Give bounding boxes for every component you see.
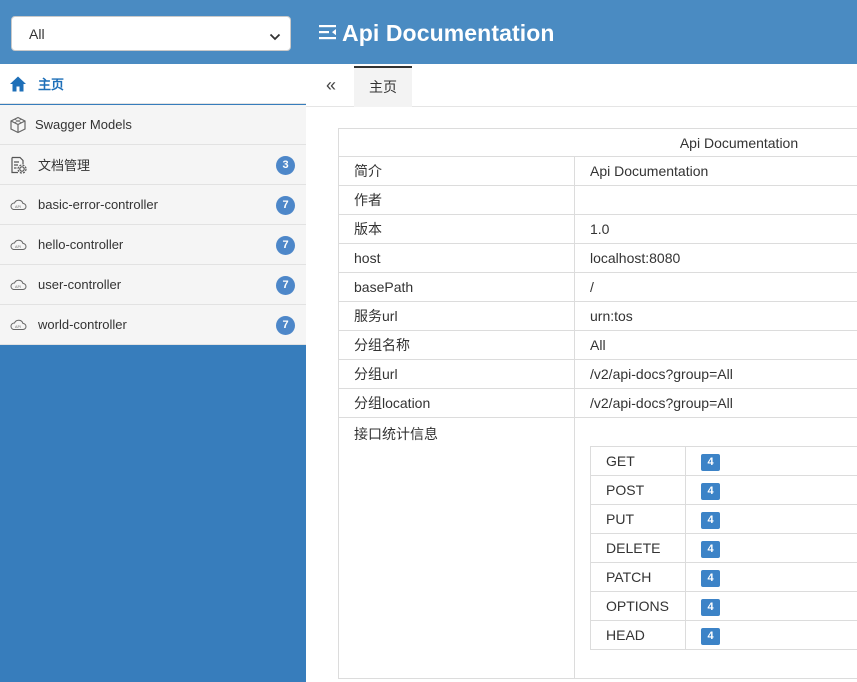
row-key: basePath (338, 272, 575, 302)
method-count-badge: 4 (701, 511, 720, 529)
table-row: 作者 (338, 185, 857, 215)
svg-text:API: API (15, 205, 21, 209)
row-value (574, 185, 857, 215)
top-header-bar: All Api Documentation (0, 0, 857, 64)
api-cloud-icon: API (9, 236, 27, 254)
row-key: 服务url (338, 301, 575, 331)
row-key: 简介 (338, 156, 575, 186)
method-row: POST 4 (590, 475, 857, 505)
method-name: DELETE (590, 533, 686, 563)
table-row: 服务url urn:tos (338, 301, 857, 331)
api-cloud-icon: API (9, 316, 27, 334)
row-value: urn:tos (574, 301, 857, 331)
method-name: GET (590, 446, 686, 476)
sidebar-item-label: user-controller (38, 277, 122, 292)
table-row: 简介 Api Documentation (338, 156, 857, 186)
home-icon (9, 75, 27, 93)
row-key: 版本 (338, 214, 575, 244)
svg-text:API: API (15, 325, 21, 329)
row-value: Api Documentation (574, 156, 857, 186)
table-row: host localhost:8080 (338, 243, 857, 273)
row-value: 1.0 (574, 214, 857, 244)
table-title-text: Api Documentation (679, 134, 799, 151)
sidebar-item-basic-error-controller[interactable]: API basic-error-controller 7 (0, 185, 306, 225)
stats-cell: GET 4 POST 4 PUT 4 DELETE 4 PATCH 4 OPTI… (574, 417, 857, 679)
api-cloud-icon: API (9, 196, 27, 214)
table-row: 分组url /v2/api-docs?group=All (338, 359, 857, 389)
sidebar-item-hello-controller[interactable]: API hello-controller 7 (0, 225, 306, 265)
method-name: OPTIONS (590, 591, 686, 621)
row-value: /v2/api-docs?group=All (574, 359, 857, 389)
doc-settings-icon (9, 156, 27, 174)
method-name: POST (590, 475, 686, 505)
menu-toggle-icon[interactable] (318, 23, 338, 44)
sidebar-item-label: Swagger Models (35, 117, 132, 132)
table-row: 分组location /v2/api-docs?group=All (338, 388, 857, 418)
method-count-badge: 4 (701, 598, 720, 616)
table-row: 分组名称 All (338, 330, 857, 360)
row-value: localhost:8080 (574, 243, 857, 273)
row-key: 分组url (338, 359, 575, 389)
sidebar-item-world-controller[interactable]: API world-controller 7 (0, 305, 306, 345)
sidebar-item-doc-management[interactable]: 文档管理 3 (0, 145, 306, 185)
count-badge: 7 (276, 236, 295, 255)
method-count-badge: 4 (701, 453, 720, 471)
app-title: Api Documentation (318, 20, 555, 47)
main-content: « 主页 Api Documentation 简介 Api Documentat… (306, 64, 857, 682)
method-row: HEAD 4 (590, 620, 857, 650)
method-count-badge: 4 (701, 569, 720, 587)
sidebar-item-label: basic-error-controller (38, 197, 158, 212)
method-stats-table: GET 4 POST 4 PUT 4 DELETE 4 PATCH 4 OPTI… (590, 446, 857, 650)
sidebar-item-label: hello-controller (38, 237, 124, 252)
sidebar-item-user-controller[interactable]: API user-controller 7 (0, 265, 306, 305)
sidebar-item-label: 文档管理 (38, 158, 91, 173)
cube-icon (9, 116, 27, 134)
api-cloud-icon: API (9, 276, 27, 294)
method-row: DELETE 4 (590, 533, 857, 563)
table-row: 接口统计信息 GET 4 POST 4 PUT 4 DELETE 4 PATCH… (338, 417, 857, 679)
method-row: GET 4 (590, 446, 857, 476)
count-badge: 7 (276, 276, 295, 295)
method-row: PATCH 4 (590, 562, 857, 592)
api-info-table: Api Documentation 简介 Api Documentation 作… (338, 128, 857, 679)
sidebar-item-label: world-controller (38, 317, 127, 332)
row-value: All (574, 330, 857, 360)
collapse-sidebar-button[interactable]: « (326, 76, 336, 94)
count-badge: 3 (276, 156, 295, 175)
stats-label: 接口统计信息 (338, 417, 575, 679)
method-count-badge: 4 (701, 482, 720, 500)
method-name: PUT (590, 504, 686, 534)
tab-home[interactable]: 主页 (354, 66, 412, 107)
sidebar-item-swagger-models[interactable]: Swagger Models (0, 105, 306, 145)
table-row: basePath / (338, 272, 857, 302)
row-value: / (574, 272, 857, 302)
row-value: /v2/api-docs?group=All (574, 388, 857, 418)
method-row: OPTIONS 4 (590, 591, 857, 621)
row-key: host (338, 243, 575, 273)
row-key: 分组location (338, 388, 575, 418)
table-title: Api Documentation (338, 128, 857, 157)
row-key: 作者 (338, 185, 575, 215)
method-count-badge: 4 (701, 627, 720, 645)
count-badge: 7 (276, 196, 295, 215)
svg-text:API: API (15, 245, 21, 249)
group-select-value: All (29, 26, 45, 42)
group-select[interactable]: All (11, 16, 291, 51)
sidebar-item-home[interactable]: 主页 (0, 64, 306, 104)
method-count-badge: 4 (701, 540, 720, 558)
sidebar: 主页 Swagger Models 文档管理 3 API basic-error… (0, 64, 306, 682)
count-badge: 7 (276, 316, 295, 335)
method-name: PATCH (590, 562, 686, 592)
sidebar-item-label: 主页 (38, 77, 65, 92)
row-key: 分组名称 (338, 330, 575, 360)
method-row: PUT 4 (590, 504, 857, 534)
svg-text:API: API (15, 285, 21, 289)
method-name: HEAD (590, 620, 686, 650)
tab-bar: « 主页 (306, 64, 857, 107)
table-row: 版本 1.0 (338, 214, 857, 244)
chevron-down-icon (269, 29, 281, 45)
app-title-text: Api Documentation (342, 20, 555, 46)
